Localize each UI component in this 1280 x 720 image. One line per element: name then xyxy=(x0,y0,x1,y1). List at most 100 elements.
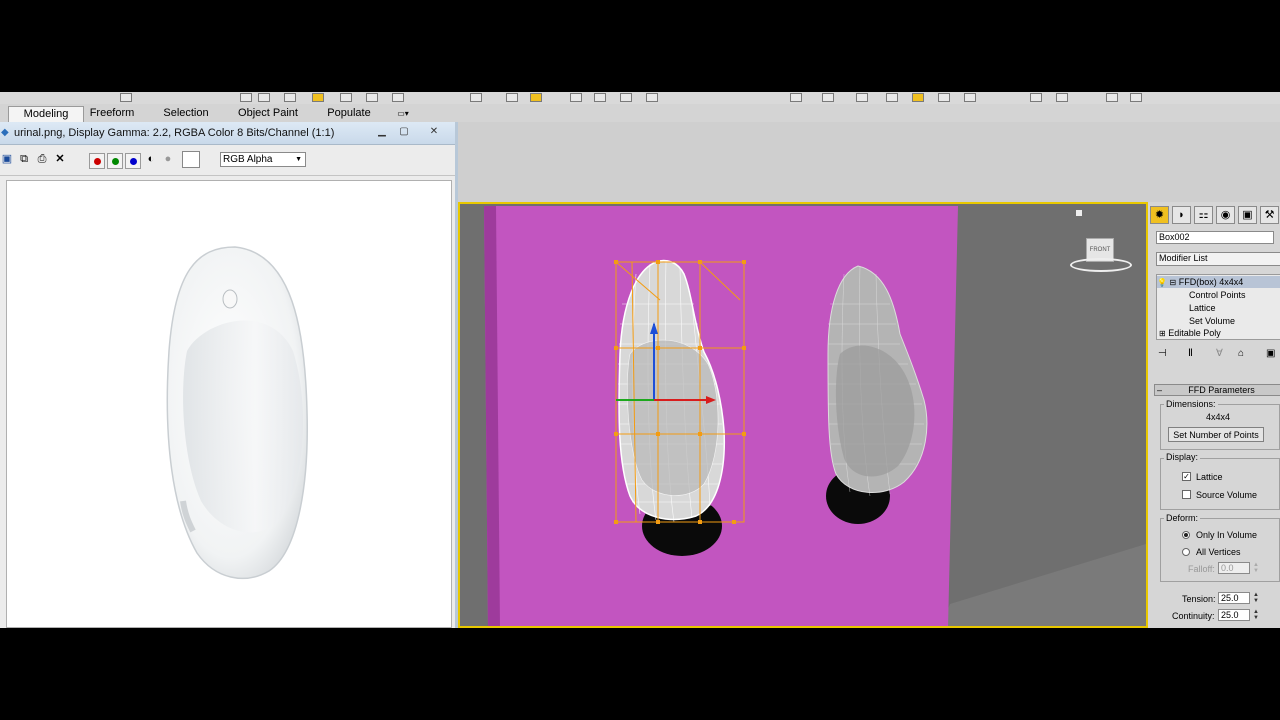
stack-item-control-points[interactable]: Control Points xyxy=(1189,289,1246,301)
move-icon[interactable] xyxy=(312,93,324,102)
minimize-button[interactable]: ▁ xyxy=(372,125,392,138)
rotate-icon[interactable] xyxy=(340,93,352,102)
tension-field[interactable]: 25.0 xyxy=(1218,592,1250,604)
ffd-parameters-rollout[interactable]: – FFD Parameters xyxy=(1154,384,1280,396)
clone-icon[interactable]: ⧉ xyxy=(18,153,30,165)
falloff-field[interactable]: 0.0 xyxy=(1218,562,1250,574)
image-viewer-window: ◆ urinal.png, Display Gamma: 2.2, RGBA C… xyxy=(0,122,458,628)
channel-dropdown-value: RGB Alpha xyxy=(223,154,273,165)
display-label: Display: xyxy=(1164,452,1201,462)
command-panel: ✹ ◗ ⚏ ◉ ▣ ⚒ Box002 Modifier List 💡 ⊟ FFD… xyxy=(1146,202,1280,628)
display-group xyxy=(1160,458,1280,510)
layer-icon[interactable] xyxy=(620,93,632,102)
motion-tab-icon[interactable]: ◉ xyxy=(1216,206,1235,224)
lattice-checkbox[interactable]: ✓ xyxy=(1182,472,1191,481)
all-vertices-radio[interactable] xyxy=(1182,548,1190,556)
tab-populate[interactable]: Populate xyxy=(322,106,376,121)
viewcube-label: FRONT xyxy=(1089,247,1111,253)
extra-icon[interactable] xyxy=(1056,93,1068,102)
close-button[interactable]: ✕ xyxy=(424,125,444,138)
only-in-volume-radio[interactable] xyxy=(1182,531,1190,539)
render-active-icon[interactable] xyxy=(964,93,976,102)
channel-dropdown[interactable]: RGB Alpha ▼ xyxy=(220,152,306,167)
viewer-toolbar: ▣ ⧉ ⎙ ✕ ◐ ● RGB Alpha ▼ xyxy=(0,145,455,176)
render-icon[interactable] xyxy=(938,93,950,102)
align-icon[interactable] xyxy=(594,93,606,102)
pin-stack-icon[interactable]: ⊣ xyxy=(1158,348,1167,359)
remove-modifier-icon[interactable]: ⌂ xyxy=(1238,348,1244,359)
continuity-field[interactable]: 25.0 xyxy=(1218,609,1250,621)
source-volume-label: Source Volume xyxy=(1196,490,1258,500)
mirror-icon[interactable] xyxy=(570,93,582,102)
home-icon[interactable] xyxy=(1076,210,1082,216)
print-icon[interactable]: ⎙ xyxy=(36,153,48,165)
tension-spinner[interactable]: ▲ ▼ xyxy=(1252,592,1260,604)
object-name-field[interactable]: Box002 xyxy=(1156,231,1274,244)
schematic-icon[interactable] xyxy=(822,93,834,102)
scale-icon[interactable] xyxy=(366,93,378,102)
tab-selection[interactable]: Selection xyxy=(158,106,214,121)
stack-item-set-volume[interactable]: Set Volume xyxy=(1189,315,1235,327)
blue-channel-toggle[interactable] xyxy=(125,153,141,169)
make-unique-icon[interactable]: ∀ xyxy=(1216,348,1223,359)
stack-item-lattice[interactable]: Lattice xyxy=(1189,302,1216,314)
tension-label: Tension: xyxy=(1182,594,1216,604)
falloff-label: Falloff: xyxy=(1188,564,1215,574)
expand-icon[interactable]: ⊞ xyxy=(1159,329,1166,338)
falloff-spinner[interactable]: ▲ ▼ xyxy=(1252,562,1260,574)
render-setup-icon[interactable] xyxy=(886,93,898,102)
graphite-icon[interactable] xyxy=(646,93,658,102)
perspective-viewport[interactable]: FRONT xyxy=(458,202,1146,628)
lightbulb-icon[interactable]: 💡 xyxy=(1157,278,1167,287)
utilities-tab-icon[interactable]: ⚒ xyxy=(1260,206,1279,224)
tab-modeling[interactable]: Modeling xyxy=(8,106,84,122)
display-tab-icon[interactable]: ▣ xyxy=(1238,206,1257,224)
viewcube-ring[interactable] xyxy=(1070,258,1132,272)
object-name-value: Box002 xyxy=(1159,232,1190,242)
ref-coord-icon[interactable] xyxy=(392,93,404,102)
deform-label: Deform: xyxy=(1164,513,1201,523)
show-end-result-icon[interactable]: Ⅱ xyxy=(1188,348,1193,359)
green-channel-toggle[interactable] xyxy=(107,153,123,169)
continuity-spinner[interactable]: ▲ ▼ xyxy=(1252,609,1260,621)
tab-object-paint[interactable]: Object Paint xyxy=(234,106,302,121)
material-editor-icon[interactable] xyxy=(856,93,868,102)
link-icon[interactable] xyxy=(120,93,132,102)
configure-sets-icon[interactable]: ▣ xyxy=(1266,348,1275,359)
color-swatch[interactable] xyxy=(182,151,200,168)
render-frame-icon[interactable] xyxy=(912,93,924,102)
window-crossing-icon[interactable] xyxy=(284,93,296,102)
create-tab-icon[interactable]: ✹ xyxy=(1150,206,1169,224)
maximize-button[interactable]: ▢ xyxy=(394,125,414,138)
modifier-list-dropdown[interactable]: Modifier List xyxy=(1156,252,1280,266)
extra3-icon[interactable] xyxy=(1130,93,1142,102)
clear-icon[interactable]: ✕ xyxy=(54,153,66,165)
modify-tab-icon[interactable]: ◗ xyxy=(1172,206,1191,224)
image-canvas xyxy=(6,180,452,628)
select-icon[interactable] xyxy=(240,93,252,102)
falloff-value: 0.0 xyxy=(1221,563,1234,573)
save-icon[interactable]: ▣ xyxy=(1,153,13,165)
snap-icon[interactable] xyxy=(470,93,482,102)
help-icon[interactable] xyxy=(1030,93,1042,102)
alpha-icon[interactable]: ◐ xyxy=(145,153,157,165)
ribbon-minimize-button[interactable]: ▭▾ xyxy=(392,106,414,121)
red-channel-toggle[interactable] xyxy=(89,153,105,169)
mono-icon[interactable]: ● xyxy=(162,153,174,165)
tab-freeform[interactable]: Freeform xyxy=(84,106,140,121)
stack-item-ffd[interactable]: 💡 ⊟ FFD(box) 4x4x4 xyxy=(1157,276,1280,288)
tension-value: 25.0 xyxy=(1221,593,1239,603)
curve-editor-icon[interactable] xyxy=(790,93,802,102)
collapse-icon[interactable]: ⊟ xyxy=(1169,278,1176,287)
source-volume-checkbox[interactable] xyxy=(1182,490,1191,499)
hierarchy-tab-icon[interactable]: ⚏ xyxy=(1194,206,1213,224)
continuity-value: 25.0 xyxy=(1221,610,1239,620)
dimensions-value: 4x4x4 xyxy=(1206,412,1231,422)
extra2-icon[interactable] xyxy=(1106,93,1118,102)
set-number-of-points-button[interactable]: Set Number of Points xyxy=(1168,427,1264,442)
selection-set-icon[interactable] xyxy=(530,93,542,102)
select-region-icon[interactable] xyxy=(258,93,270,102)
dimensions-label: Dimensions: xyxy=(1164,399,1218,409)
stack-item-editable-poly[interactable]: ⊞ Editable Poly xyxy=(1159,327,1221,339)
angle-snap-icon[interactable] xyxy=(506,93,518,102)
